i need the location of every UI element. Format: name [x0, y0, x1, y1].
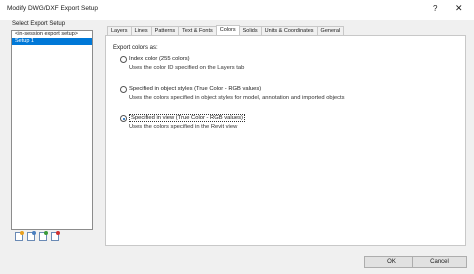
window-title: Modify DWG/DXF Export Setup: [7, 5, 99, 12]
option-label[interactable]: Specified in view (True Color - RGB valu…: [129, 114, 245, 122]
ok-button[interactable]: OK: [364, 256, 419, 268]
colors-panel: Export colors as: Index color (255 color…: [105, 35, 466, 246]
export-colors-label: Export colors as:: [113, 45, 158, 51]
option-label[interactable]: Specified in object styles (True Color -…: [129, 86, 261, 92]
delete-setup-icon[interactable]: [51, 231, 60, 241]
option-description: Uses the color ID specified on the Layer…: [129, 65, 245, 71]
setup-toolbar: [15, 231, 60, 241]
setup-item-in-session[interactable]: <in-session export setup>: [12, 31, 92, 38]
duplicate-setup-icon[interactable]: [27, 231, 36, 241]
select-export-setup-label: Select Export Setup: [12, 21, 66, 27]
option-description: Uses the colors specified in object styl…: [129, 95, 345, 101]
close-button[interactable]: ✕: [455, 3, 463, 14]
rename-setup-icon[interactable]: [39, 231, 48, 241]
option-label[interactable]: Index color (255 colors): [129, 56, 190, 62]
cancel-button[interactable]: Cancel: [412, 256, 467, 268]
radio-object-styles[interactable]: [120, 86, 127, 93]
setup-item-setup-1[interactable]: Setup 1: [12, 38, 92, 45]
radio-specified-in-view[interactable]: [120, 115, 127, 122]
new-setup-icon[interactable]: [15, 231, 24, 241]
option-description: Uses the colors specified in the Revit v…: [129, 124, 238, 130]
help-button[interactable]: ?: [433, 4, 437, 13]
title-bar: Modify DWG/DXF Export Setup ? ✕: [0, 0, 474, 20]
radio-index-color[interactable]: [120, 56, 127, 63]
setup-list[interactable]: <in-session export setup> Setup 1: [11, 30, 93, 230]
